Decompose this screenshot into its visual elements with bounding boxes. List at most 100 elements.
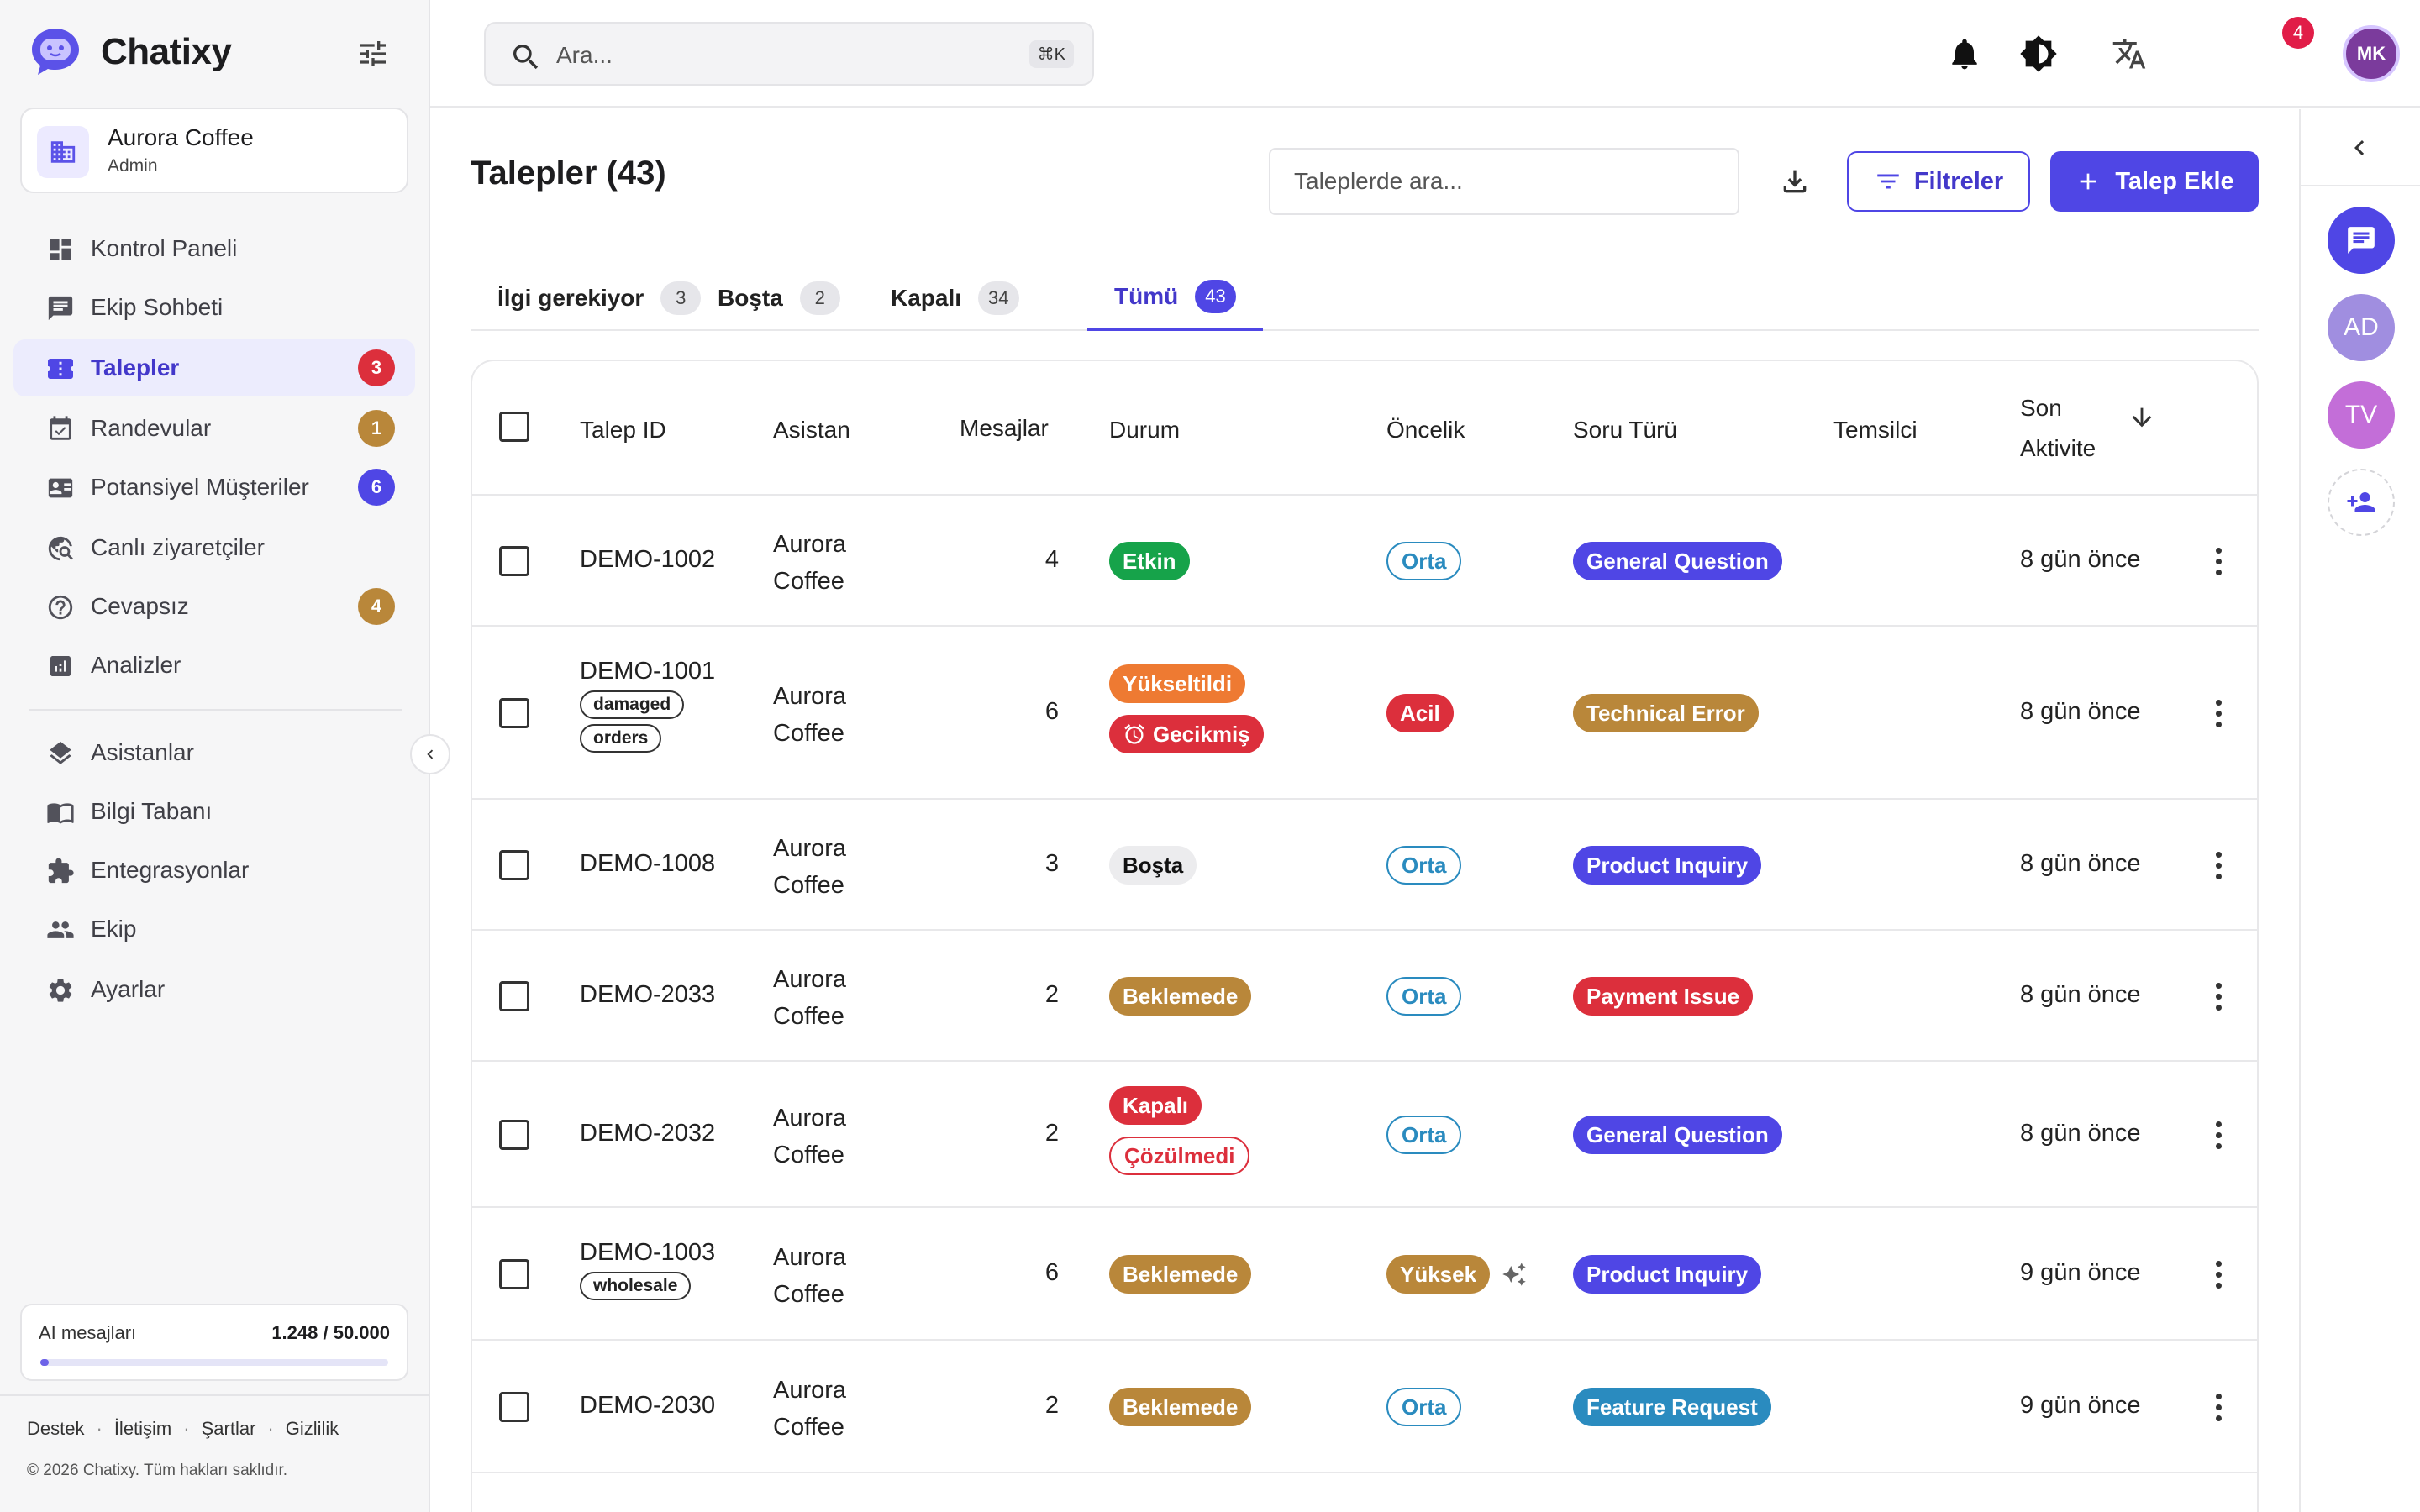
workspace-switcher[interactable]: Aurora Coffee Admin <box>20 108 408 193</box>
row-checkbox[interactable] <box>499 1392 529 1422</box>
sort-desc-arrow-icon[interactable] <box>2128 403 2156 432</box>
theme-toggle-icon[interactable] <box>2018 34 2059 74</box>
column-last-activity-line2[interactable]: Aktivite <box>2020 435 2096 462</box>
table-row[interactable]: DEMO-1008 Aurora Coffee 3 Boşta Orta Product I… <box>472 800 2257 931</box>
search-shortcut: ⌘K <box>1028 40 1074 68</box>
column-ticket-id[interactable]: Talep ID <box>580 417 666 444</box>
row-more-icon[interactable] <box>2212 700 2225 727</box>
sidebar-item-team[interactable]: Ekip <box>13 900 415 958</box>
sidebar-item-label: Potansiyel Müşteriler <box>91 474 309 500</box>
contact-link[interactable]: İletişim <box>114 1418 171 1440</box>
row-checkbox[interactable] <box>499 1120 529 1150</box>
assistant-name-line2: Coffee <box>773 872 844 899</box>
row-more-icon[interactable] <box>2212 548 2225 575</box>
column-assistant[interactable]: Asistan <box>773 417 850 444</box>
ticket-id[interactable]: DEMO-1002 <box>580 546 715 574</box>
ticket-id-cell: DEMO-2033 <box>580 981 715 1009</box>
sidebar-item-assistants[interactable]: Asistanlar <box>13 724 415 781</box>
message-count: 6 <box>1044 698 1059 725</box>
tab-all[interactable]: Tümü 43 <box>1087 265 1263 331</box>
assistant-name-line1: Aurora <box>773 531 847 558</box>
add-ticket-button[interactable]: Talep Ekle <box>2050 151 2259 212</box>
tickets-search[interactable] <box>1269 148 1739 215</box>
column-messages[interactable]: Mesajlar <box>960 415 1049 442</box>
ticket-id[interactable]: DEMO-1001 <box>580 658 715 685</box>
assistant-name-line2: Coffee <box>773 1414 844 1441</box>
ticket-id[interactable]: DEMO-2030 <box>580 1392 715 1420</box>
table-row[interactable]: DEMO-2032 Aurora Coffee 2 Kapalı Çözülmedi Ort… <box>472 1062 2257 1208</box>
privacy-link[interactable]: Gizlilik <box>286 1418 339 1440</box>
notification-count-badge: 4 <box>2282 17 2314 49</box>
table-row[interactable]: DEMO-2030 Aurora Coffee 2 Beklemede Orta Featu… <box>472 1341 2257 1473</box>
sidebar-item-team-chat[interactable]: Ekip Sohbeti <box>13 279 415 336</box>
support-link[interactable]: Destek <box>27 1418 84 1440</box>
sidebar-item-leads[interactable]: Potansiyel Müşteriler 6 <box>13 459 415 516</box>
table-row[interactable]: DEMO-1003 wholesale Aurora Coffee 6 Beklemede… <box>472 1208 2257 1341</box>
rail-avatar[interactable]: AD <box>2328 294 2395 361</box>
row-more-icon[interactable] <box>2212 1261 2225 1289</box>
terms-link[interactable]: Şartlar <box>202 1418 256 1440</box>
row-more-icon[interactable] <box>2212 983 2225 1011</box>
sidebar-item-dashboard[interactable]: Kontrol Paneli <box>13 220 415 277</box>
column-question-type[interactable]: Soru Türü <box>1573 417 1677 444</box>
separator: · <box>267 1418 274 1439</box>
ticket-id[interactable]: DEMO-2033 <box>580 981 715 1009</box>
brand[interactable]: Chatixy <box>29 25 232 79</box>
priority-cell: Orta <box>1386 977 1462 1016</box>
sidebar-item-label: Cevapsız <box>91 593 189 619</box>
sidebar-item-tickets[interactable]: Talepler 3 <box>13 339 415 396</box>
ticket-id[interactable]: DEMO-1008 <box>580 850 715 878</box>
download-icon[interactable] <box>1775 161 1815 202</box>
global-search[interactable]: Ara... ⌘K <box>484 22 1094 86</box>
ticket-id[interactable]: DEMO-1003 <box>580 1239 715 1267</box>
translate-icon[interactable] <box>2109 34 2149 74</box>
column-agent[interactable]: Temsilci <box>1833 417 1918 444</box>
row-checkbox[interactable] <box>499 698 529 728</box>
table-row[interactable]: DEMO-1001 damaged orders Aurora Coffee 6 Yükse… <box>472 627 2257 800</box>
row-more-icon[interactable] <box>2212 1394 2225 1421</box>
sidebar-item-label: Randevular <box>91 415 212 441</box>
sidebar-collapse-button[interactable] <box>410 734 450 774</box>
row-checkbox[interactable] <box>499 1259 529 1289</box>
row-checkbox[interactable] <box>499 981 529 1011</box>
sidebar-item-appointments[interactable]: Randevular 1 <box>13 400 415 457</box>
filters-button[interactable]: Filtreler <box>1847 151 2030 212</box>
add-member-button[interactable] <box>2328 469 2395 536</box>
tab-label: Boşta <box>718 285 783 311</box>
last-activity: 9 gün önce <box>2020 1259 2141 1286</box>
row-checkbox[interactable] <box>499 850 529 880</box>
ticket-tag: wholesale <box>580 1272 692 1300</box>
tab-needs-attention[interactable]: İlgi gerekiyor 3 <box>471 265 728 331</box>
person-add-icon <box>2347 492 2375 512</box>
sidebar-item-integrations[interactable]: Entegrasyonlar <box>13 842 415 899</box>
travel-explore-icon <box>45 534 76 563</box>
tickets-search-input[interactable] <box>1270 150 1738 213</box>
sidebar-item-settings[interactable]: Ayarlar <box>13 961 415 1018</box>
column-status[interactable]: Durum <box>1109 417 1180 444</box>
tab-closed[interactable]: Kapalı 34 <box>864 265 1046 331</box>
bell-icon[interactable] <box>1944 34 1985 74</box>
assistant-name-line2: Coffee <box>773 720 844 747</box>
column-priority[interactable]: Öncelik <box>1386 417 1465 444</box>
user-avatar[interactable]: MK <box>2343 25 2400 82</box>
sidebar-item-unanswered[interactable]: Cevapsız 4 <box>13 578 415 635</box>
table-row[interactable] <box>472 1473 2257 1512</box>
row-more-icon[interactable] <box>2212 1121 2225 1149</box>
rail-avatar[interactable]: TV <box>2328 381 2395 449</box>
column-last-activity-line1[interactable]: Son <box>2020 395 2062 422</box>
sidebar-item-knowledge-base[interactable]: Bilgi Tabanı <box>13 783 415 840</box>
sidebar-item-analytics[interactable]: Analizler <box>13 637 415 694</box>
table-row[interactable]: DEMO-1002 Aurora Coffee 4 Etkin Orta General Q… <box>472 496 2257 627</box>
row-more-icon[interactable] <box>2212 852 2225 879</box>
sidebar-item-label: Ekip <box>91 916 137 942</box>
last-activity: 8 gün önce <box>2020 698 2141 725</box>
conversations-button[interactable] <box>2328 207 2395 274</box>
ticket-id[interactable]: DEMO-2032 <box>580 1120 715 1147</box>
chevron-left-icon[interactable] <box>2344 133 2375 163</box>
tab-idle[interactable]: Boşta 2 <box>691 265 867 331</box>
row-checkbox[interactable] <box>499 546 529 576</box>
sidebar-item-live-visitors[interactable]: Canlı ziyaretçiler <box>13 519 415 576</box>
table-row[interactable]: DEMO-2033 Aurora Coffee 2 Beklemede Orta Payme… <box>472 931 2257 1062</box>
select-all-checkbox[interactable] <box>499 412 529 442</box>
sidebar-customize-icon[interactable] <box>356 37 393 71</box>
